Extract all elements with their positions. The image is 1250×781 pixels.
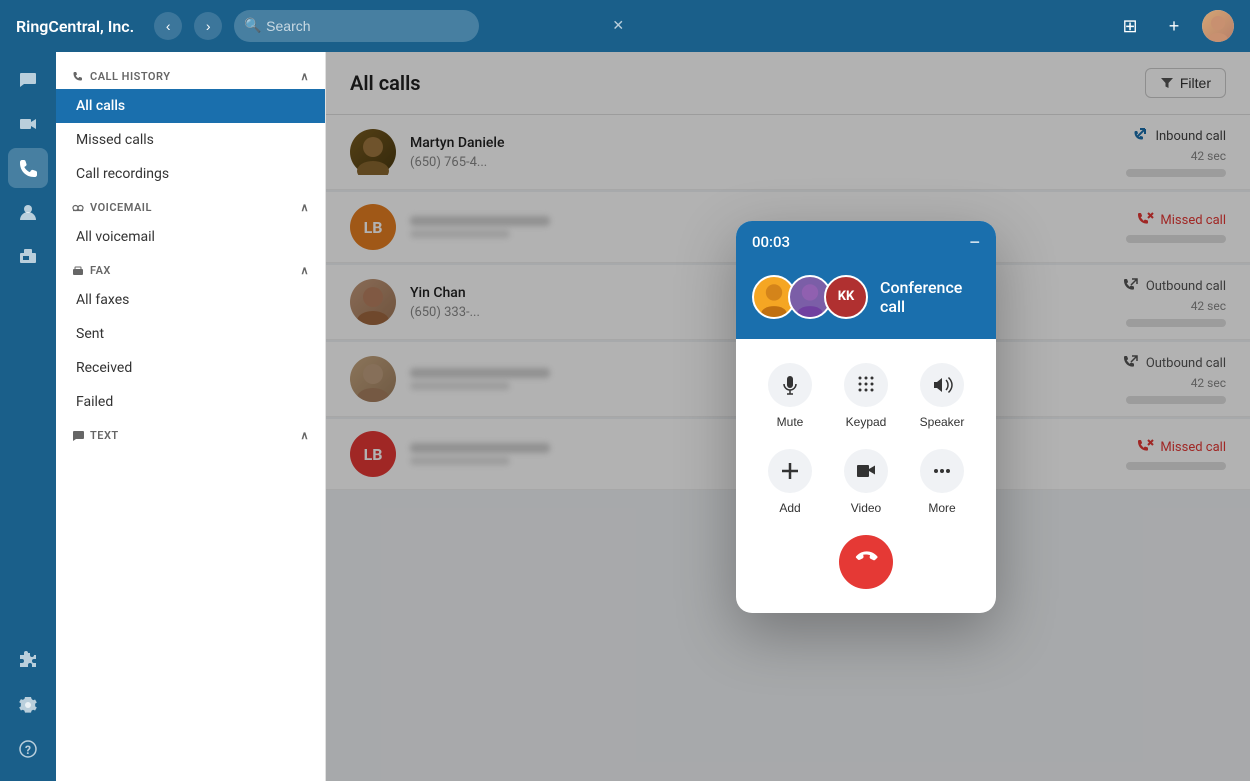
more-button[interactable]: More	[912, 449, 972, 515]
search-input[interactable]	[234, 10, 479, 42]
sidebar-item-all-faxes[interactable]: All faxes	[56, 283, 325, 317]
add-label: Add	[779, 501, 800, 515]
speaker-label: Speaker	[920, 415, 965, 429]
sidebar: CALL HISTORY ∧ All calls Missed calls Ca…	[56, 52, 326, 781]
sidebar-item-missed-calls[interactable]: Missed calls	[56, 123, 325, 157]
video-icon	[844, 449, 888, 493]
call-modal: 00:03 −	[736, 221, 996, 613]
more-icon	[920, 449, 964, 493]
video-label: Video	[851, 501, 881, 515]
sidebar-item-sent[interactable]: Sent	[56, 317, 325, 351]
speaker-icon	[920, 363, 964, 407]
sidebar-item-call-recordings[interactable]: Call recordings	[56, 157, 325, 191]
nav-forward-button[interactable]: ›	[194, 12, 222, 40]
add-icon	[768, 449, 812, 493]
mute-button[interactable]: Mute	[760, 363, 820, 429]
content-area: All calls Filter Martyn Daniele	[326, 52, 1250, 781]
conference-section: KK Conference call	[736, 263, 996, 339]
icon-bar-chat[interactable]	[8, 60, 48, 100]
conference-label: Conference call	[880, 278, 980, 316]
sidebar-item-failed[interactable]: Failed	[56, 385, 325, 419]
mute-icon	[768, 363, 812, 407]
sidebar-item-all-calls[interactable]: All calls	[56, 89, 325, 123]
modal-header: 00:03 −	[736, 221, 996, 263]
end-call-button[interactable]	[839, 535, 893, 589]
call-history-section[interactable]: CALL HISTORY ∧	[56, 60, 325, 89]
sidebar-item-all-voicemail[interactable]: All voicemail	[56, 220, 325, 254]
conference-avatars: KK	[752, 275, 868, 319]
more-label: More	[928, 501, 955, 515]
modal-minimize-button[interactable]: −	[969, 233, 980, 251]
end-call-row	[752, 535, 980, 589]
icon-bar-help[interactable]: ?	[8, 729, 48, 769]
conference-avatar-3: KK	[824, 275, 868, 319]
user-avatar[interactable]	[1202, 10, 1234, 42]
nav-back-button[interactable]: ‹	[154, 12, 182, 40]
keypad-button[interactable]: Keypad	[836, 363, 896, 429]
modal-body: Mute	[736, 339, 996, 613]
icon-bar: ?	[0, 52, 56, 781]
search-clear-icon[interactable]: ✕	[612, 18, 624, 34]
icon-bar-bottom: ?	[8, 641, 48, 781]
icon-bar-puzzle[interactable]	[8, 641, 48, 681]
apps-grid-button[interactable]: ⊞	[1114, 10, 1146, 42]
app-title: RingCentral, Inc.	[16, 17, 134, 36]
add-button[interactable]: Add	[760, 449, 820, 515]
icon-bar-settings[interactable]	[8, 685, 48, 725]
modal-controls-row-2: Add Video	[752, 449, 980, 515]
icon-bar-video[interactable]	[8, 104, 48, 144]
svg-text:?: ?	[25, 743, 31, 757]
speaker-button[interactable]: Speaker	[912, 363, 972, 429]
mute-label: Mute	[777, 415, 804, 429]
sidebar-item-received[interactable]: Received	[56, 351, 325, 385]
voicemail-section[interactable]: VOICEMAIL ∧	[56, 191, 325, 220]
modal-controls-row-1: Mute	[752, 363, 980, 429]
text-section[interactable]: TEXT ∧	[56, 419, 325, 448]
icon-bar-fax[interactable]	[8, 236, 48, 276]
icon-bar-contacts[interactable]	[8, 192, 48, 232]
search-wrapper: 🔍 ✕	[234, 10, 634, 42]
main-layout: ? CALL HISTORY ∧ All calls Missed calls …	[0, 52, 1250, 781]
video-button[interactable]: Video	[836, 449, 896, 515]
call-timer: 00:03	[752, 233, 790, 251]
topbar: RingCentral, Inc. ‹ › 🔍 ✕ ⊞ +	[0, 0, 1250, 52]
add-button[interactable]: +	[1158, 10, 1190, 42]
search-icon: 🔍	[244, 18, 261, 34]
fax-section[interactable]: FAX ∧	[56, 254, 325, 283]
keypad-icon	[844, 363, 888, 407]
keypad-label: Keypad	[846, 415, 887, 429]
icon-bar-phone[interactable]	[8, 148, 48, 188]
